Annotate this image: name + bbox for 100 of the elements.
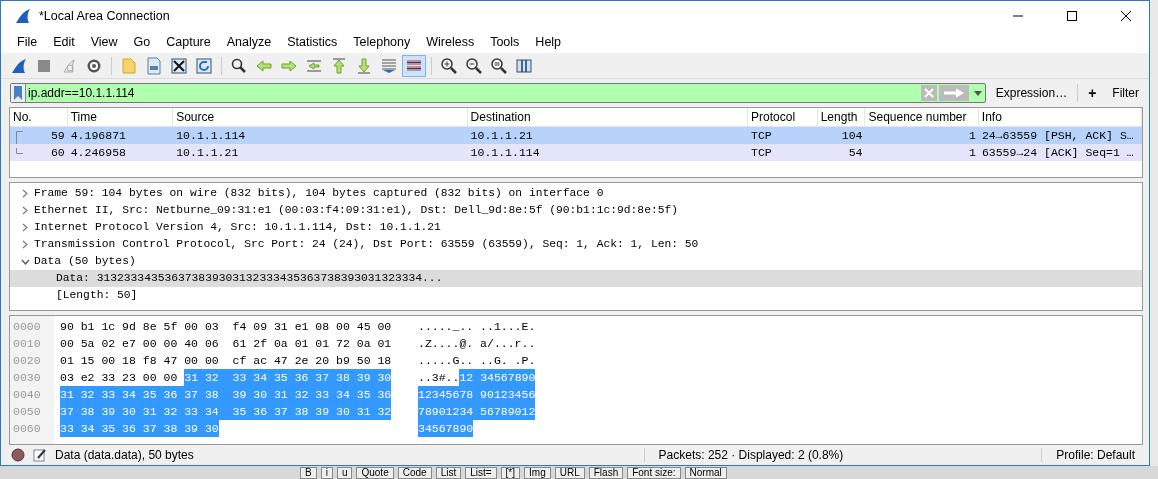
editor-toolbar-button[interactable]: URL [554,466,585,479]
packet-cell: 1 [968,146,976,160]
menu-item[interactable]: Analyze [218,34,280,49]
column-header[interactable]: Length [817,108,866,127]
tree-row[interactable]: Frame 59: 104 bytes on wire (832 bits), 104 bytes captured (832 bits) on interface 0 [10,185,1142,203]
file-icon [145,56,163,75]
editor-toolbar-button[interactable]: Img [524,466,551,479]
editor-toolbar-button[interactable]: List= [465,466,497,479]
reload-icon [195,56,213,75]
expert-info-icon[interactable] [11,448,25,463]
close-icon [1121,11,1131,21]
menu-item[interactable]: Go [125,34,159,49]
tree-item-text: Transmission Control Protocol, Src Port: 24 (24), Dst Port: 63559 (63559), Seq: 1, Ack: 1, Len: 50 [34,237,699,253]
hex-bytes: 03 e2 33 23 00 00 [60,369,179,386]
hex-offset: 0040 [12,386,42,403]
packet-cell: TCP [751,129,772,143]
maximize-icon [1067,11,1077,21]
restart-icon [60,56,78,75]
editor-toolbar-button[interactable]: [*] [500,466,521,479]
selected-tree-row[interactable]: Data: 313233343536373839303132333435363738393031323334... [10,270,1142,288]
hex-offset: 0020 [12,352,42,369]
menu-item[interactable]: Statistics [279,34,346,49]
column-header[interactable]: Destination [467,108,749,127]
tree-item-text: [Length: 50] [56,288,138,304]
toolbar-button[interactable] [402,54,426,77]
editor-toolbar-button[interactable]: B [300,466,317,479]
packet-cell: 60 [50,146,65,160]
column-header[interactable]: No. [10,108,68,127]
hex-offset: 0050 [12,403,42,420]
hex-bytes: 01 15 00 18 f8 47 00 00 cf ac 47 2e 20 b9 50 18 [60,352,392,369]
hex-offset: 0060 [12,420,42,437]
tree-row[interactable]: Transmission Control Protocol, Src Port: 24 (24), Dst Port: 63559 (63559), Seq: 1, Ack: 1, Len: 50 [10,236,1142,254]
search-icon [230,56,248,75]
tree-row[interactable]: Internet Protocol Version 4, Src: 10.1.1.114, Dst: 10.1.1.21 [10,219,1142,237]
packet-row[interactable]: 60 4.246958 10.1.1.21 10.1.1.114 TCP 54 1 63559→24 [ACK] Seq=1 … [10,144,1142,162]
tree-row[interactable]: Data (50 bytes) [10,253,1142,271]
editor-toolbar-button[interactable]: u [336,466,353,479]
selected-ascii-bytes: 12345678 90123456 [418,385,536,403]
menu-item[interactable]: Capture [158,34,219,49]
column-header[interactable]: Protocol [748,108,818,127]
tree-item-text: Internet Protocol Version 4, Src: 10.1.1.114, Dst: 10.1.1.21 [34,220,441,236]
menu-item[interactable]: View [82,34,126,49]
shark-fin-icon [10,56,28,75]
menu-item[interactable]: Wireless [418,34,483,49]
collapsed-chevron-icon[interactable] [22,206,28,216]
status-field-info: Data (data.data), 50 bytes [55,448,195,463]
zoom-out-icon [465,56,483,75]
tree-item-text: Ethernet II, Src: Netburne_09:31:e1 (00:03:f4:09:31:e1), Dst: Dell_9d:8e:5f (90:b1:1c:9d:8e:5f) [34,203,679,219]
ascii-bytes: .....G.. ..G. .P. [418,352,536,369]
packet-cell: 1 [968,129,976,143]
tree-row[interactable]: [Length: 50] [10,287,1142,305]
hex-bytes: 90 b1 1c 9d 8e 5f 00 03 f4 09 31 e1 08 00 45 00 [60,318,392,335]
editor-toolbar-button[interactable]: i [320,466,333,479]
expression-button[interactable]: Expression… [989,83,1074,104]
filter-field-frame[interactable]: ip.addr==10.1.1.114 [10,83,986,104]
zoom-in-icon [440,56,458,75]
editor-toolbar-button[interactable]: Code [397,466,432,479]
menu-item[interactable]: Help [527,34,570,49]
tree-item-text: Data: 313233343536373839303132333435363738393031323334... [56,271,443,287]
menu-item[interactable]: File [9,34,46,49]
packet-cell: 54 [848,146,863,160]
window-title: *Local Area Connection [39,9,171,23]
bookmark-icon[interactable] [14,86,22,101]
menu-item[interactable]: Tools [482,34,528,49]
packet-row[interactable]: 59 4.196871 10.1.1.114 10.1.1.21 TCP 104 1 24→63559 [PSH, ACK] S… [10,127,1142,145]
menu-item[interactable]: Telephony [345,34,419,49]
editor-toolbar-button[interactable]: Flash [588,466,624,479]
tree-item-text: Data (50 bytes) [34,254,136,270]
zoom-reset-icon [490,56,508,75]
editor-toolbar-button[interactable]: Normal [684,466,727,479]
tree-row[interactable]: Ethernet II, Src: Netburne_09:31:e1 (00:03:f4:09:31:e1), Dst: Dell_9d:8e:5f (90:b1:1c:9d:8e:5f) [10,202,1142,220]
editor-toolbar-button[interactable]: List [435,466,462,479]
tree-item-text: Frame 59: 104 bytes on wire (832 bits), 104 bytes captured (832 bits) on interface 0 [34,186,604,202]
column-header[interactable]: Time [67,108,174,127]
add-filter-button[interactable]: + [1082,83,1103,104]
packet-cell: 10.1.1.21 [470,129,533,143]
profile-label[interactable]: Profile: Default [1041,448,1149,463]
related-packet-icon [16,131,23,145]
hex-offset: 0010 [12,335,42,352]
expanded-chevron-icon[interactable] [20,258,30,265]
collapsed-chevron-icon[interactable] [22,223,28,233]
column-header[interactable]: Info [978,108,1142,127]
menu-item[interactable]: Edit [45,34,83,49]
filter-button[interactable]: Filter [1106,83,1145,104]
column-header[interactable]: Source [173,108,468,127]
packet-cell: 10.1.1.21 [176,146,239,160]
hex-offset: 0030 [12,369,42,386]
column-header[interactable]: Sequence number [865,108,979,127]
collapsed-chevron-icon[interactable] [22,240,28,250]
display-filter-field[interactable]: ip.addr==10.1.1.114 [26,86,921,101]
editor-toolbar-button[interactable]: Quote [356,466,394,479]
close-file-icon [170,56,188,75]
packet-cell: 24→63559 [PSH, ACK] S… [981,129,1134,143]
packet-cell: 10.1.1.114 [470,146,540,160]
packet-cell: 4.246958 [70,146,126,160]
selected-hex-bytes: 31 32 33 34 35 36 37 38 39 30 31 32 33 34 35 36 [60,385,392,403]
edit-comment-icon[interactable] [33,448,47,463]
editor-toolbar-button[interactable]: Font size: [627,466,681,479]
related-packet-icon [16,148,23,155]
collapsed-chevron-icon[interactable] [22,189,28,199]
